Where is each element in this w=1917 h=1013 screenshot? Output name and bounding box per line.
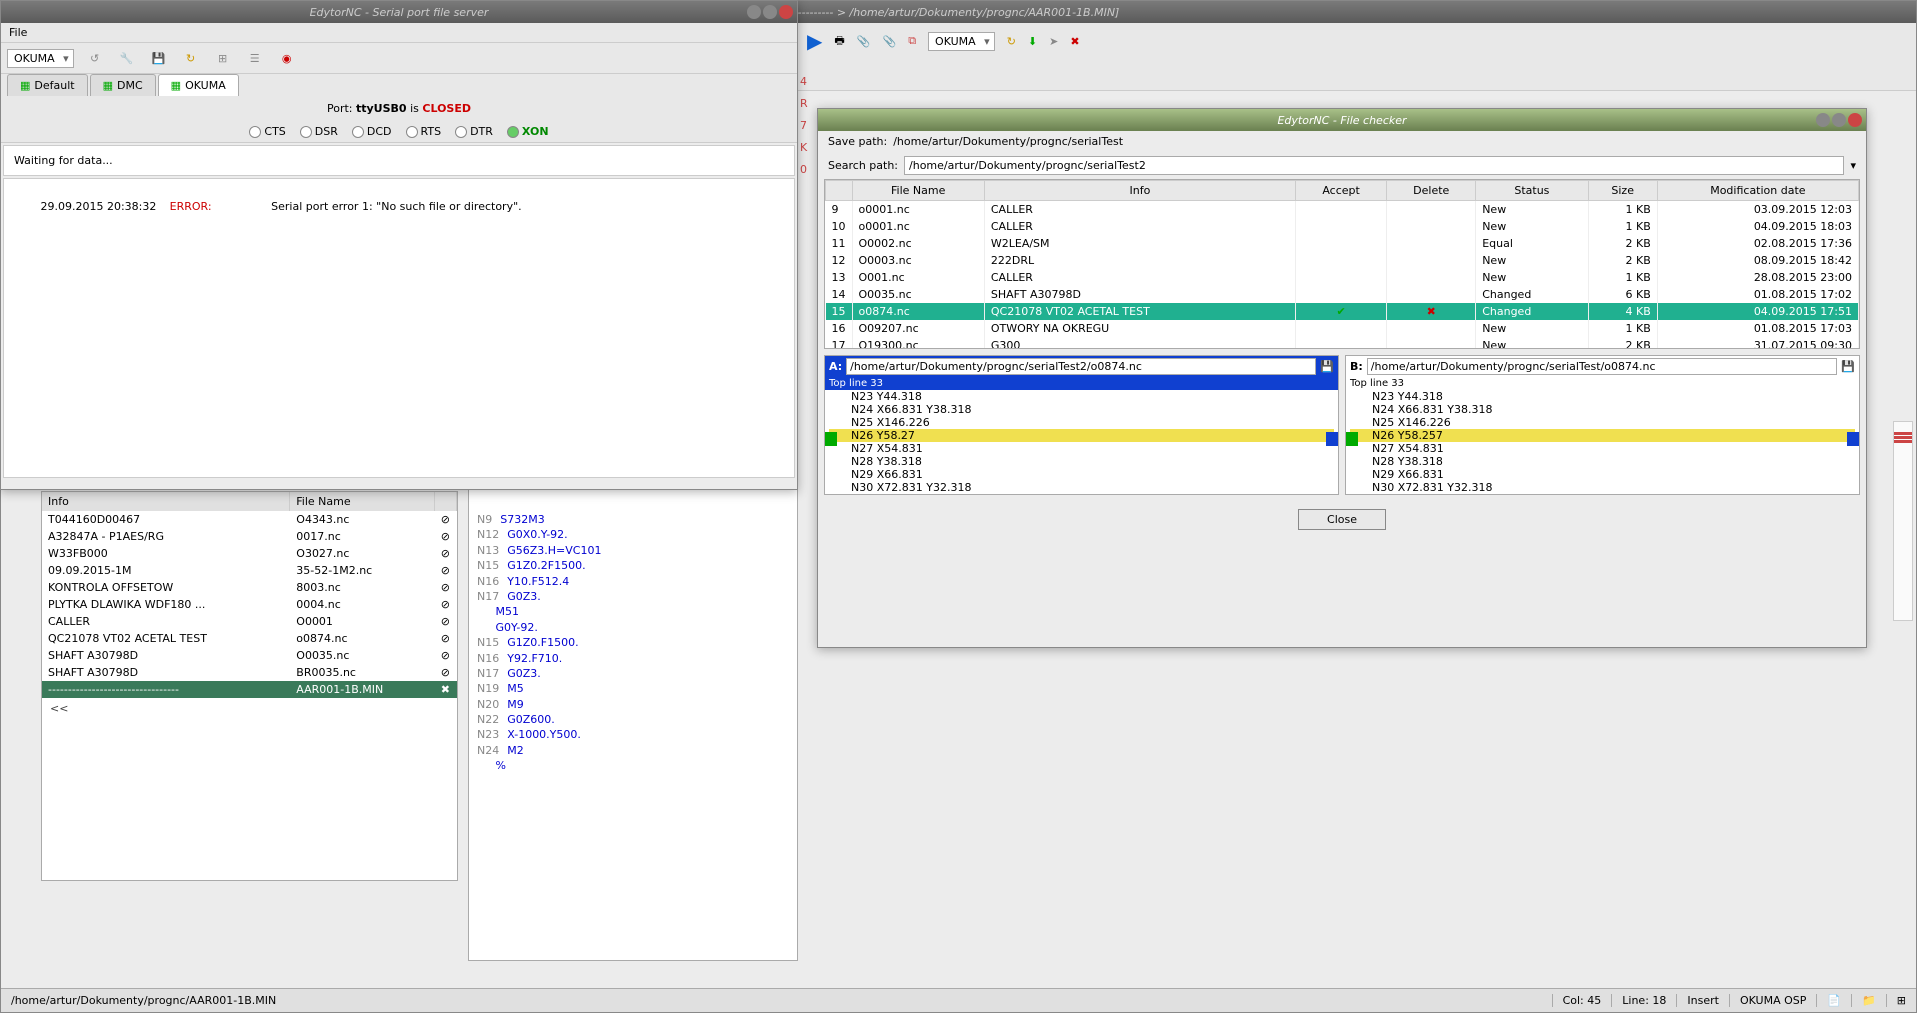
file-menu[interactable]: File bbox=[9, 26, 27, 39]
top-line-a: Top line 33 bbox=[825, 377, 1338, 390]
send-icon[interactable]: ➤ bbox=[1049, 35, 1058, 48]
diff-pane-a: A: 💾 Top line 33 N23 Y44.318N24 X66.831 … bbox=[824, 355, 1339, 495]
list-item[interactable]: T044160D00467O4343.nc⊘ bbox=[42, 511, 457, 528]
stop-icon[interactable]: ✖ bbox=[1070, 35, 1079, 48]
reload-icon[interactable]: ↻ bbox=[1007, 35, 1016, 48]
collapse-arrow[interactable]: << bbox=[42, 698, 457, 719]
print-icon[interactable]: 🖶 bbox=[834, 32, 844, 51]
status-icon3[interactable]: ⊞ bbox=[1886, 994, 1916, 1007]
signal-cts: CTS bbox=[249, 125, 285, 138]
col-info[interactable]: Info bbox=[42, 492, 290, 511]
list-item[interactable]: 09.09.2015-1M35-52-1M2.nc⊘ bbox=[42, 562, 457, 579]
close-icon[interactable] bbox=[779, 5, 793, 19]
list-item[interactable]: SHAFT A30798DBR0035.nc⊘ bbox=[42, 664, 457, 681]
col-delete[interactable]: Delete bbox=[1387, 181, 1476, 201]
save-icon[interactable]: 💾 bbox=[1841, 360, 1855, 373]
disk-icon[interactable]: 💾 bbox=[148, 47, 170, 69]
serial-dropdown[interactable]: OKUMA bbox=[7, 49, 74, 68]
signal-dsr: DSR bbox=[300, 125, 338, 138]
col-icon bbox=[434, 492, 456, 511]
machine-dropdown[interactable]: OKUMA bbox=[928, 32, 995, 51]
table-row[interactable]: 15o0874.ncQC21078 VT02 ACETAL TEST✔✖Chan… bbox=[826, 303, 1859, 320]
table-row[interactable]: 10o0001.ncCALLERNew1 KB04.09.2015 18:03 bbox=[826, 218, 1859, 235]
diff-b-label: B: bbox=[1350, 360, 1363, 373]
download-icon[interactable]: ⬇ bbox=[1028, 35, 1037, 48]
save-icon[interactable]: 💾 bbox=[1320, 360, 1334, 373]
grid-icon[interactable]: ⊞ bbox=[212, 47, 234, 69]
table-row[interactable]: 17O19300.ncG300New2 KB31.07.2015 09:30 bbox=[826, 337, 1859, 349]
arrow-right-icon[interactable]: ▶ bbox=[807, 29, 822, 53]
signal-rts: RTS bbox=[406, 125, 442, 138]
diff-pane-b: B: 💾 Top line 33 N23 Y44.318N24 X66.831 … bbox=[1345, 355, 1860, 495]
tab-default[interactable]: ▦Default bbox=[7, 74, 88, 96]
checker-title: EdytorNC - File checker bbox=[818, 109, 1866, 131]
list-item[interactable]: A32847A - P1AES/RG0017.nc⊘ bbox=[42, 528, 457, 545]
reset-icon[interactable]: ↺ bbox=[84, 47, 106, 69]
list-item[interactable]: CALLERO0001⊘ bbox=[42, 613, 457, 630]
refresh-icon[interactable]: ↻ bbox=[180, 47, 202, 69]
list-item[interactable]: PLYTKA DLAWIKA WDF180 ...0004.nc⊘ bbox=[42, 596, 457, 613]
table-row[interactable]: 11O0002.ncW2LEA/SMEqual2 KB02.08.2015 17… bbox=[826, 235, 1859, 252]
status-insert: Insert bbox=[1676, 994, 1729, 1007]
diff-a-path[interactable] bbox=[846, 358, 1316, 375]
port-status-row: Port: ttyUSB0 is CLOSED bbox=[1, 96, 797, 121]
waiting-label: Waiting for data... bbox=[3, 145, 795, 176]
list-icon[interactable]: ☰ bbox=[244, 47, 266, 69]
table-row[interactable]: 13O001.ncCALLERNew1 KB28.08.2015 23:00 bbox=[826, 269, 1859, 286]
col-size[interactable]: Size bbox=[1588, 181, 1657, 201]
col-status[interactable]: Status bbox=[1476, 181, 1588, 201]
search-path-input[interactable] bbox=[904, 156, 1844, 175]
statusbar: /home/artur/Dokumenty/prognc/AAR001-1B.M… bbox=[1, 988, 1916, 1012]
save-path-value: /home/artur/Dokumenty/prognc/serialTest bbox=[893, 135, 1123, 148]
close-icon[interactable] bbox=[1848, 113, 1862, 127]
record-icon[interactable]: ◉ bbox=[276, 47, 298, 69]
list-item[interactable]: W33FB000O3027.nc⊘ bbox=[42, 545, 457, 562]
diff-minimap[interactable] bbox=[1893, 421, 1913, 621]
status-line: Line: 18 bbox=[1611, 994, 1676, 1007]
table-row[interactable]: 16O09207.ncOTWORY NA OKREGUNew1 KB01.08.… bbox=[826, 320, 1859, 337]
save-path-label: Save path: bbox=[828, 135, 887, 148]
col-accept[interactable]: Accept bbox=[1295, 181, 1386, 201]
top-line-b: Top line 33 bbox=[1346, 377, 1859, 390]
maximize-icon[interactable] bbox=[763, 5, 777, 19]
minimize-icon[interactable] bbox=[1816, 113, 1830, 127]
col-filename[interactable]: File Name bbox=[852, 181, 984, 201]
list-item[interactable]: ---------------------------------AAR001-… bbox=[42, 681, 457, 698]
list-item[interactable]: QC21078 VT02 ACETAL TESTo0874.nc⊘ bbox=[42, 630, 457, 647]
search-path-label: Search path: bbox=[828, 159, 898, 172]
table-row[interactable]: 9o0001.ncCALLERNew1 KB03.09.2015 12:03 bbox=[826, 201, 1859, 219]
col-filename[interactable]: File Name bbox=[290, 492, 435, 511]
tab-okuma[interactable]: ▦OKUMA bbox=[158, 74, 239, 96]
minimize-icon[interactable] bbox=[747, 5, 761, 19]
status-icon2[interactable]: 📁 bbox=[1851, 994, 1886, 1007]
status-col: Col: 45 bbox=[1552, 994, 1612, 1007]
list-item[interactable]: SHAFT A30798DO0035.nc⊘ bbox=[42, 647, 457, 664]
col-info[interactable]: Info bbox=[984, 181, 1295, 201]
delete-icon[interactable]: ✖ bbox=[1427, 305, 1436, 318]
attach-remove-icon[interactable]: 📎 bbox=[882, 35, 896, 48]
accept-icon[interactable]: ✔ bbox=[1336, 305, 1345, 318]
tab-dmc[interactable]: ▦DMC bbox=[90, 74, 156, 96]
list-item[interactable]: KONTROLA OFFSETOW8003.nc⊘ bbox=[42, 579, 457, 596]
status-mode: OKUMA OSP bbox=[1729, 994, 1816, 1007]
tool-icon[interactable]: 🔧 bbox=[116, 47, 138, 69]
serial-log: 29.09.2015 20:38:32 ERROR: Serial port e… bbox=[3, 178, 795, 478]
serial-title: EdytorNC - Serial port file server bbox=[1, 1, 797, 23]
project-files-panel: Info File Name T044160D00467O4343.nc⊘A32… bbox=[41, 491, 458, 881]
diff-b-path[interactable] bbox=[1367, 358, 1838, 375]
status-path: /home/artur/Dokumenty/prognc/AAR001-1B.M… bbox=[1, 994, 1552, 1007]
table-row[interactable]: 14O0035.ncSHAFT A30798DChanged6 KB01.08.… bbox=[826, 286, 1859, 303]
signal-dtr: DTR bbox=[455, 125, 493, 138]
status-icon[interactable]: 📄 bbox=[1816, 994, 1851, 1007]
attach-icon[interactable]: 📎 bbox=[857, 35, 871, 48]
maximize-icon[interactable] bbox=[1832, 113, 1846, 127]
col-date[interactable]: Modification date bbox=[1657, 181, 1858, 201]
table-row[interactable]: 12O0003.nc222DRLNew2 KB08.09.2015 18:42 bbox=[826, 252, 1859, 269]
dropdown-icon[interactable]: ▾ bbox=[1850, 159, 1856, 172]
close-button[interactable]: Close bbox=[1298, 509, 1386, 530]
signal-dcd: DCD bbox=[352, 125, 392, 138]
diff-icon[interactable]: ⧉ bbox=[908, 34, 916, 48]
signal-xon: XON bbox=[507, 125, 549, 138]
diff-a-label: A: bbox=[829, 360, 842, 373]
